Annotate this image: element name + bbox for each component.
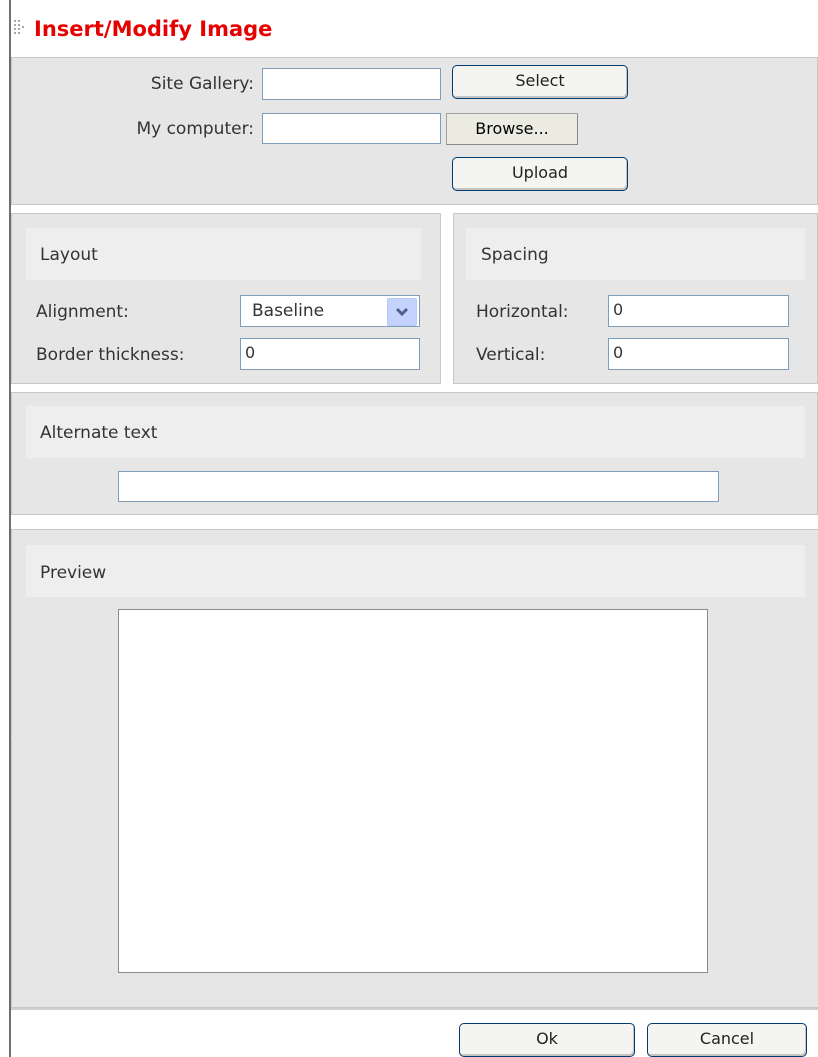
horizontal-label: Horizontal: — [476, 302, 569, 322]
alignment-label: Alignment: — [36, 302, 129, 322]
vertical-spacing-input[interactable]: 0 — [608, 338, 789, 370]
ok-button[interactable]: Ok — [459, 1023, 635, 1057]
site-gallery-input[interactable] — [262, 68, 441, 100]
cancel-button[interactable]: Cancel — [647, 1023, 807, 1057]
border-thickness-label: Border thickness: — [36, 345, 185, 365]
browse-button[interactable]: Browse... — [446, 113, 578, 145]
footer-divider — [11, 1008, 818, 1010]
my-computer-label: My computer: — [136, 119, 254, 139]
spacing-heading: Spacing — [481, 245, 549, 265]
upload-button[interactable]: Upload — [452, 157, 628, 191]
preview-section-header — [26, 545, 805, 597]
horizontal-spacing-input[interactable]: 0 — [608, 295, 789, 327]
site-gallery-label: Site Gallery: — [150, 74, 254, 94]
dialog-title: Insert/Modify Image — [34, 17, 273, 41]
my-computer-file-input[interactable] — [262, 113, 441, 144]
image-preview-area — [118, 609, 708, 973]
chevron-down-icon[interactable] — [387, 298, 417, 326]
preview-heading: Preview — [40, 563, 107, 583]
alternate-text-heading: Alternate text — [40, 423, 158, 443]
select-button[interactable]: Select — [452, 65, 628, 99]
vertical-label: Vertical: — [476, 345, 546, 365]
drag-grip-icon[interactable] — [14, 20, 26, 36]
alignment-select[interactable]: Baseline — [240, 295, 420, 327]
border-thickness-input[interactable]: 0 — [240, 338, 420, 370]
alignment-select-value: Baseline — [252, 301, 325, 321]
alternate-text-input[interactable] — [118, 471, 719, 502]
layout-heading: Layout — [40, 245, 98, 265]
